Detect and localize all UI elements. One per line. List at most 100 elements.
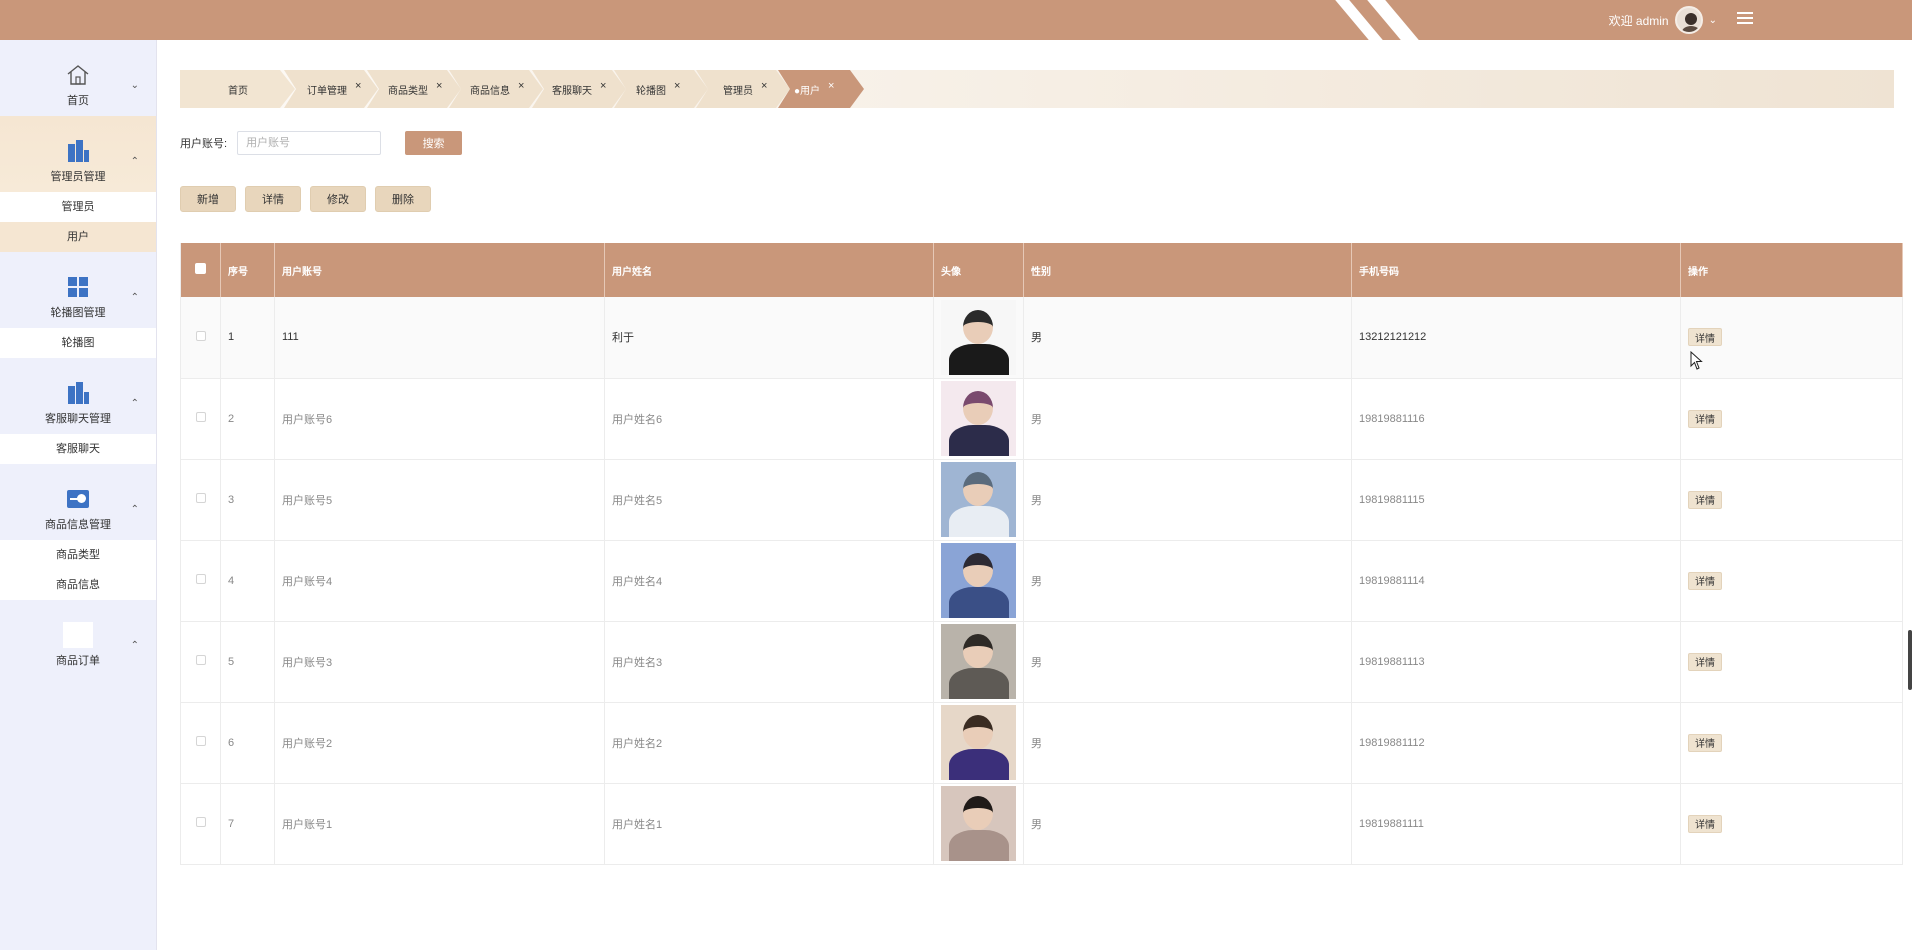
row-detail-button[interactable]: 详情 bbox=[1688, 409, 1722, 428]
sidebar-group-home[interactable]: 首页 ⌄ bbox=[0, 40, 156, 116]
sidebar-item-admin[interactable]: 管理员 bbox=[0, 192, 156, 222]
row-detail-button[interactable]: 详情 bbox=[1688, 328, 1722, 347]
select-all-checkbox[interactable] bbox=[195, 263, 206, 274]
cell-avatar bbox=[933, 783, 1024, 865]
row-checkbox[interactable] bbox=[195, 412, 206, 422]
table-row[interactable]: 2 用户账号6 用户姓名6 男 19819881116 详情 bbox=[180, 378, 1903, 460]
cell-name: 用户姓名6 bbox=[604, 378, 934, 460]
search-button[interactable]: 搜索 bbox=[405, 131, 463, 155]
tab-label: ●用户 bbox=[794, 85, 821, 97]
sidebar-item-goods-info[interactable]: 商品信息 bbox=[0, 570, 156, 600]
row-checkbox[interactable] bbox=[195, 330, 206, 341]
row-checkbox[interactable] bbox=[195, 574, 206, 584]
close-icon[interactable]: × bbox=[355, 80, 361, 92]
sidebar-group-orders[interactable]: 商品订单 ⌃ bbox=[0, 600, 156, 676]
chevron-up-icon: ⌃ bbox=[130, 504, 139, 515]
cell-phone: 19819881112 bbox=[1351, 702, 1681, 784]
add-button[interactable]: 新增 bbox=[180, 186, 236, 212]
sidebar-item-home[interactable]: 首页 ⌄ bbox=[0, 40, 156, 116]
row-checkbox[interactable] bbox=[195, 493, 206, 503]
cell-index: 2 bbox=[220, 378, 275, 460]
chevron-down-icon[interactable]: ⌄ bbox=[1709, 15, 1717, 26]
table-row[interactable]: 3 用户账号5 用户姓名5 男 19819881115 详情 bbox=[180, 459, 1903, 541]
table-row[interactable]: 5 用户账号3 用户姓名3 男 19819881113 详情 bbox=[180, 621, 1903, 703]
close-icon[interactable]: × bbox=[518, 80, 524, 92]
cell-account: 用户账号3 bbox=[274, 621, 605, 703]
cell-avatar bbox=[933, 621, 1024, 703]
table-row[interactable]: 4 用户账号4 用户姓名4 男 19819881114 详情 bbox=[180, 540, 1903, 622]
detail-button[interactable]: 详情 bbox=[245, 186, 301, 212]
sidebar-item-users[interactable]: 用户 bbox=[0, 222, 156, 252]
hamburger-icon[interactable] bbox=[1737, 12, 1753, 26]
cell-phone: 19819881113 bbox=[1351, 621, 1681, 703]
row-select-cell[interactable] bbox=[180, 621, 221, 703]
top-bar: 欢迎 admin ⌄ bbox=[0, 0, 1912, 40]
cell-account: 用户账号6 bbox=[274, 378, 605, 460]
row-detail-button[interactable]: 详情 bbox=[1688, 490, 1722, 509]
sidebar-item-chat[interactable]: 客服聊天 bbox=[0, 434, 156, 464]
row-detail-button[interactable]: 详情 bbox=[1688, 571, 1722, 590]
edit-button[interactable]: 修改 bbox=[310, 186, 366, 212]
row-select-cell[interactable] bbox=[180, 702, 221, 784]
table-row[interactable]: 1 111 利于男 13212121212 详情 bbox=[180, 297, 1903, 379]
sidebar-label: 商品信息管理 bbox=[45, 519, 111, 531]
sidebar-item-goods-type[interactable]: 商品类型 bbox=[0, 540, 156, 570]
sidebar-group-chat[interactable]: 客服聊天管理 ⌃ 客服聊天 bbox=[0, 358, 156, 464]
chevron-down-icon: ⌄ bbox=[130, 80, 139, 91]
cell-actions: 详情 bbox=[1680, 540, 1903, 622]
user-photo bbox=[941, 462, 1016, 537]
tab-label: 订单管理 bbox=[307, 85, 347, 97]
close-icon[interactable]: × bbox=[436, 80, 442, 92]
sidebar-label: 客服聊天管理 bbox=[45, 413, 111, 425]
tab-orders[interactable]: 订单管理 × bbox=[284, 70, 378, 108]
sidebar-item-goods-manage[interactable]: 商品信息管理 ⌃ bbox=[0, 464, 156, 540]
row-select-cell[interactable] bbox=[180, 540, 221, 622]
row-detail-button[interactable]: 详情 bbox=[1688, 652, 1722, 671]
tab-chat[interactable]: 客服聊天 × bbox=[532, 70, 626, 108]
cell-index: 1 bbox=[220, 297, 275, 379]
sidebar-group-carousel[interactable]: 轮播图管理 ⌃ 轮播图 bbox=[0, 252, 156, 358]
cell-index: 3 bbox=[220, 459, 275, 541]
tab-admin[interactable]: 管理员 × bbox=[696, 70, 790, 108]
column-header: 操作 bbox=[1680, 243, 1903, 297]
sidebar-item-orders[interactable]: 商品订单 ⌃ bbox=[0, 600, 156, 676]
delete-button[interactable]: 删除 bbox=[375, 186, 431, 212]
chevron-up-icon: ⌃ bbox=[130, 640, 139, 651]
close-icon[interactable]: × bbox=[761, 80, 767, 92]
account-search-input[interactable] bbox=[237, 131, 382, 155]
row-select-cell[interactable] bbox=[180, 297, 221, 379]
sidebar-item-carousel-manage[interactable]: 轮播图管理 ⌃ bbox=[0, 252, 156, 328]
table-row[interactable]: 7 用户账号1 用户姓名1 男 19819881111 详情 bbox=[180, 783, 1903, 865]
scrollbar-thumb[interactable] bbox=[1908, 630, 1912, 690]
close-icon[interactable]: × bbox=[600, 80, 606, 92]
row-select-cell[interactable] bbox=[180, 783, 221, 865]
sidebar-item-carousel[interactable]: 轮播图 bbox=[0, 328, 156, 358]
row-detail-button[interactable]: 详情 bbox=[1688, 733, 1722, 752]
row-checkbox[interactable] bbox=[195, 817, 206, 827]
cell-index: 4 bbox=[220, 540, 275, 622]
tab-carousel[interactable]: 轮播图 × bbox=[614, 70, 708, 108]
tab-goods-type[interactable]: 商品类型 × bbox=[367, 70, 461, 108]
sidebar-group-goods[interactable]: 商品信息管理 ⌃ 商品类型 商品信息 bbox=[0, 464, 156, 600]
sidebar-item-admin-manage[interactable]: 管理员管理 ⌃ bbox=[0, 116, 156, 192]
close-icon[interactable]: × bbox=[674, 80, 680, 92]
tab-users[interactable]: ●用户 × bbox=[778, 70, 864, 108]
sidebar-item-chat-manage[interactable]: 客服聊天管理 ⌃ bbox=[0, 358, 156, 434]
tab-goods-info[interactable]: 商品信息 × bbox=[449, 70, 543, 108]
row-checkbox[interactable] bbox=[195, 655, 206, 665]
row-detail-button[interactable]: 详情 bbox=[1688, 814, 1722, 833]
row-checkbox[interactable] bbox=[195, 736, 206, 746]
cell-actions: 详情 bbox=[1680, 621, 1903, 703]
table-row[interactable]: 6 用户账号2 用户姓名2 男 19819881112 详情 bbox=[180, 702, 1903, 784]
users-table: 序号 用户账号 用户姓名 头像 性别 手机号码 操作 1 111 利于男 132121… bbox=[180, 243, 1903, 865]
select-all-cell[interactable] bbox=[180, 243, 221, 297]
close-icon[interactable]: × bbox=[828, 80, 834, 92]
cell-actions: 详情 bbox=[1680, 297, 1903, 379]
blank-icon bbox=[63, 622, 93, 648]
row-select-cell[interactable] bbox=[180, 378, 221, 460]
tab-home[interactable]: 首页 bbox=[180, 70, 295, 108]
user-avatar[interactable] bbox=[1674, 6, 1703, 34]
sidebar-group-admin[interactable]: 管理员管理 ⌃ 管理员 用户 bbox=[0, 116, 156, 252]
row-select-cell[interactable] bbox=[180, 459, 221, 541]
user-menu[interactable]: 欢迎 admin ⌄ bbox=[1609, 0, 1717, 40]
